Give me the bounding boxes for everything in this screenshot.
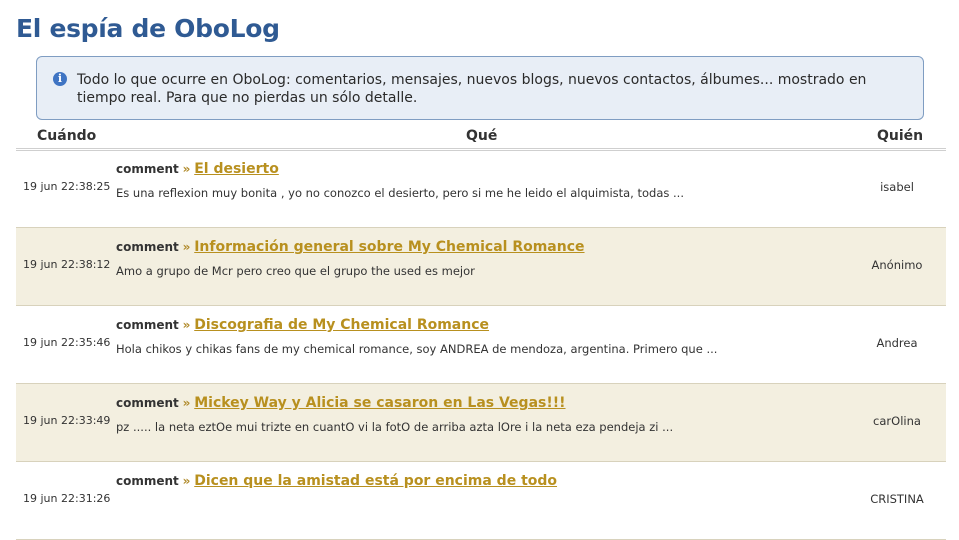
row-snippet: Es una reflexion muy bonita , yo no cono…	[116, 186, 684, 200]
column-header-what: Qué	[466, 128, 498, 144]
row-type: comment	[116, 396, 179, 410]
table-header: Cuándo Qué Quién	[16, 126, 946, 151]
row-snippet: Amo a grupo de Mcr pero creo que el grup…	[116, 264, 475, 278]
row-time: 19 jun 22:35:46	[23, 336, 111, 349]
row-separator: »	[182, 396, 191, 410]
row-separator: »	[182, 474, 191, 488]
row-title-link[interactable]: Dicen que la amistad está por encima de …	[194, 473, 557, 489]
column-header-when: Cuándo	[37, 128, 97, 144]
row-content: comment » Información general sobre My C…	[116, 237, 836, 278]
row-title-link[interactable]: El desierto	[194, 161, 279, 177]
activity-list: 19 jun 22:38:25 comment » El desierto Es…	[16, 150, 946, 540]
row-time: 19 jun 22:38:12	[23, 258, 111, 271]
info-text: Todo lo que ocurre en OboLog: comentario…	[77, 72, 867, 106]
column-header-who: Quién	[877, 128, 924, 144]
row-title-link[interactable]: Discografia de My Chemical Romance	[194, 317, 489, 333]
row-author: carOlina	[873, 414, 921, 428]
row-author: Andrea	[876, 336, 918, 350]
page-title: El espía de OboLog	[16, 14, 280, 43]
row-type: comment	[116, 318, 179, 332]
activity-row: 19 jun 22:38:25 comment » El desierto Es…	[16, 150, 946, 228]
info-icon: i	[53, 72, 67, 86]
row-author: isabel	[880, 180, 914, 194]
activity-row: 19 jun 22:38:12 comment » Información ge…	[16, 228, 946, 306]
row-title-link[interactable]: Información general sobre My Chemical Ro…	[194, 239, 584, 255]
activity-row: 19 jun 22:31:26 comment » Dicen que la a…	[16, 462, 946, 540]
row-snippet: Hola chikos y chikas fans de my chemical…	[116, 342, 718, 356]
row-title-link[interactable]: Mickey Way y Alicia se casaron en Las Ve…	[194, 395, 565, 411]
row-snippet: pz ..... la neta eztOe mui trizte en cua…	[116, 420, 674, 434]
row-separator: »	[182, 240, 191, 254]
row-content: comment » Discografia de My Chemical Rom…	[116, 315, 836, 356]
row-time: 19 jun 22:31:26	[23, 492, 111, 505]
row-time: 19 jun 22:33:49	[23, 414, 111, 427]
row-time: 19 jun 22:38:25	[23, 180, 111, 193]
row-type: comment	[116, 240, 179, 254]
row-separator: »	[182, 162, 191, 176]
activity-row: 19 jun 22:35:46 comment » Discografia de…	[16, 306, 946, 384]
info-box: i Todo lo que ocurre en OboLog: comentar…	[36, 56, 924, 120]
activity-row: 19 jun 22:33:49 comment » Mickey Way y A…	[16, 384, 946, 462]
row-content: comment » Dicen que la amistad está por …	[116, 471, 836, 498]
row-content: comment » El desierto Es una reflexion m…	[116, 159, 836, 200]
row-author: Anónimo	[871, 258, 923, 272]
row-type: comment	[116, 474, 179, 488]
row-type: comment	[116, 162, 179, 176]
row-content: comment » Mickey Way y Alicia se casaron…	[116, 393, 836, 434]
row-separator: »	[182, 318, 191, 332]
